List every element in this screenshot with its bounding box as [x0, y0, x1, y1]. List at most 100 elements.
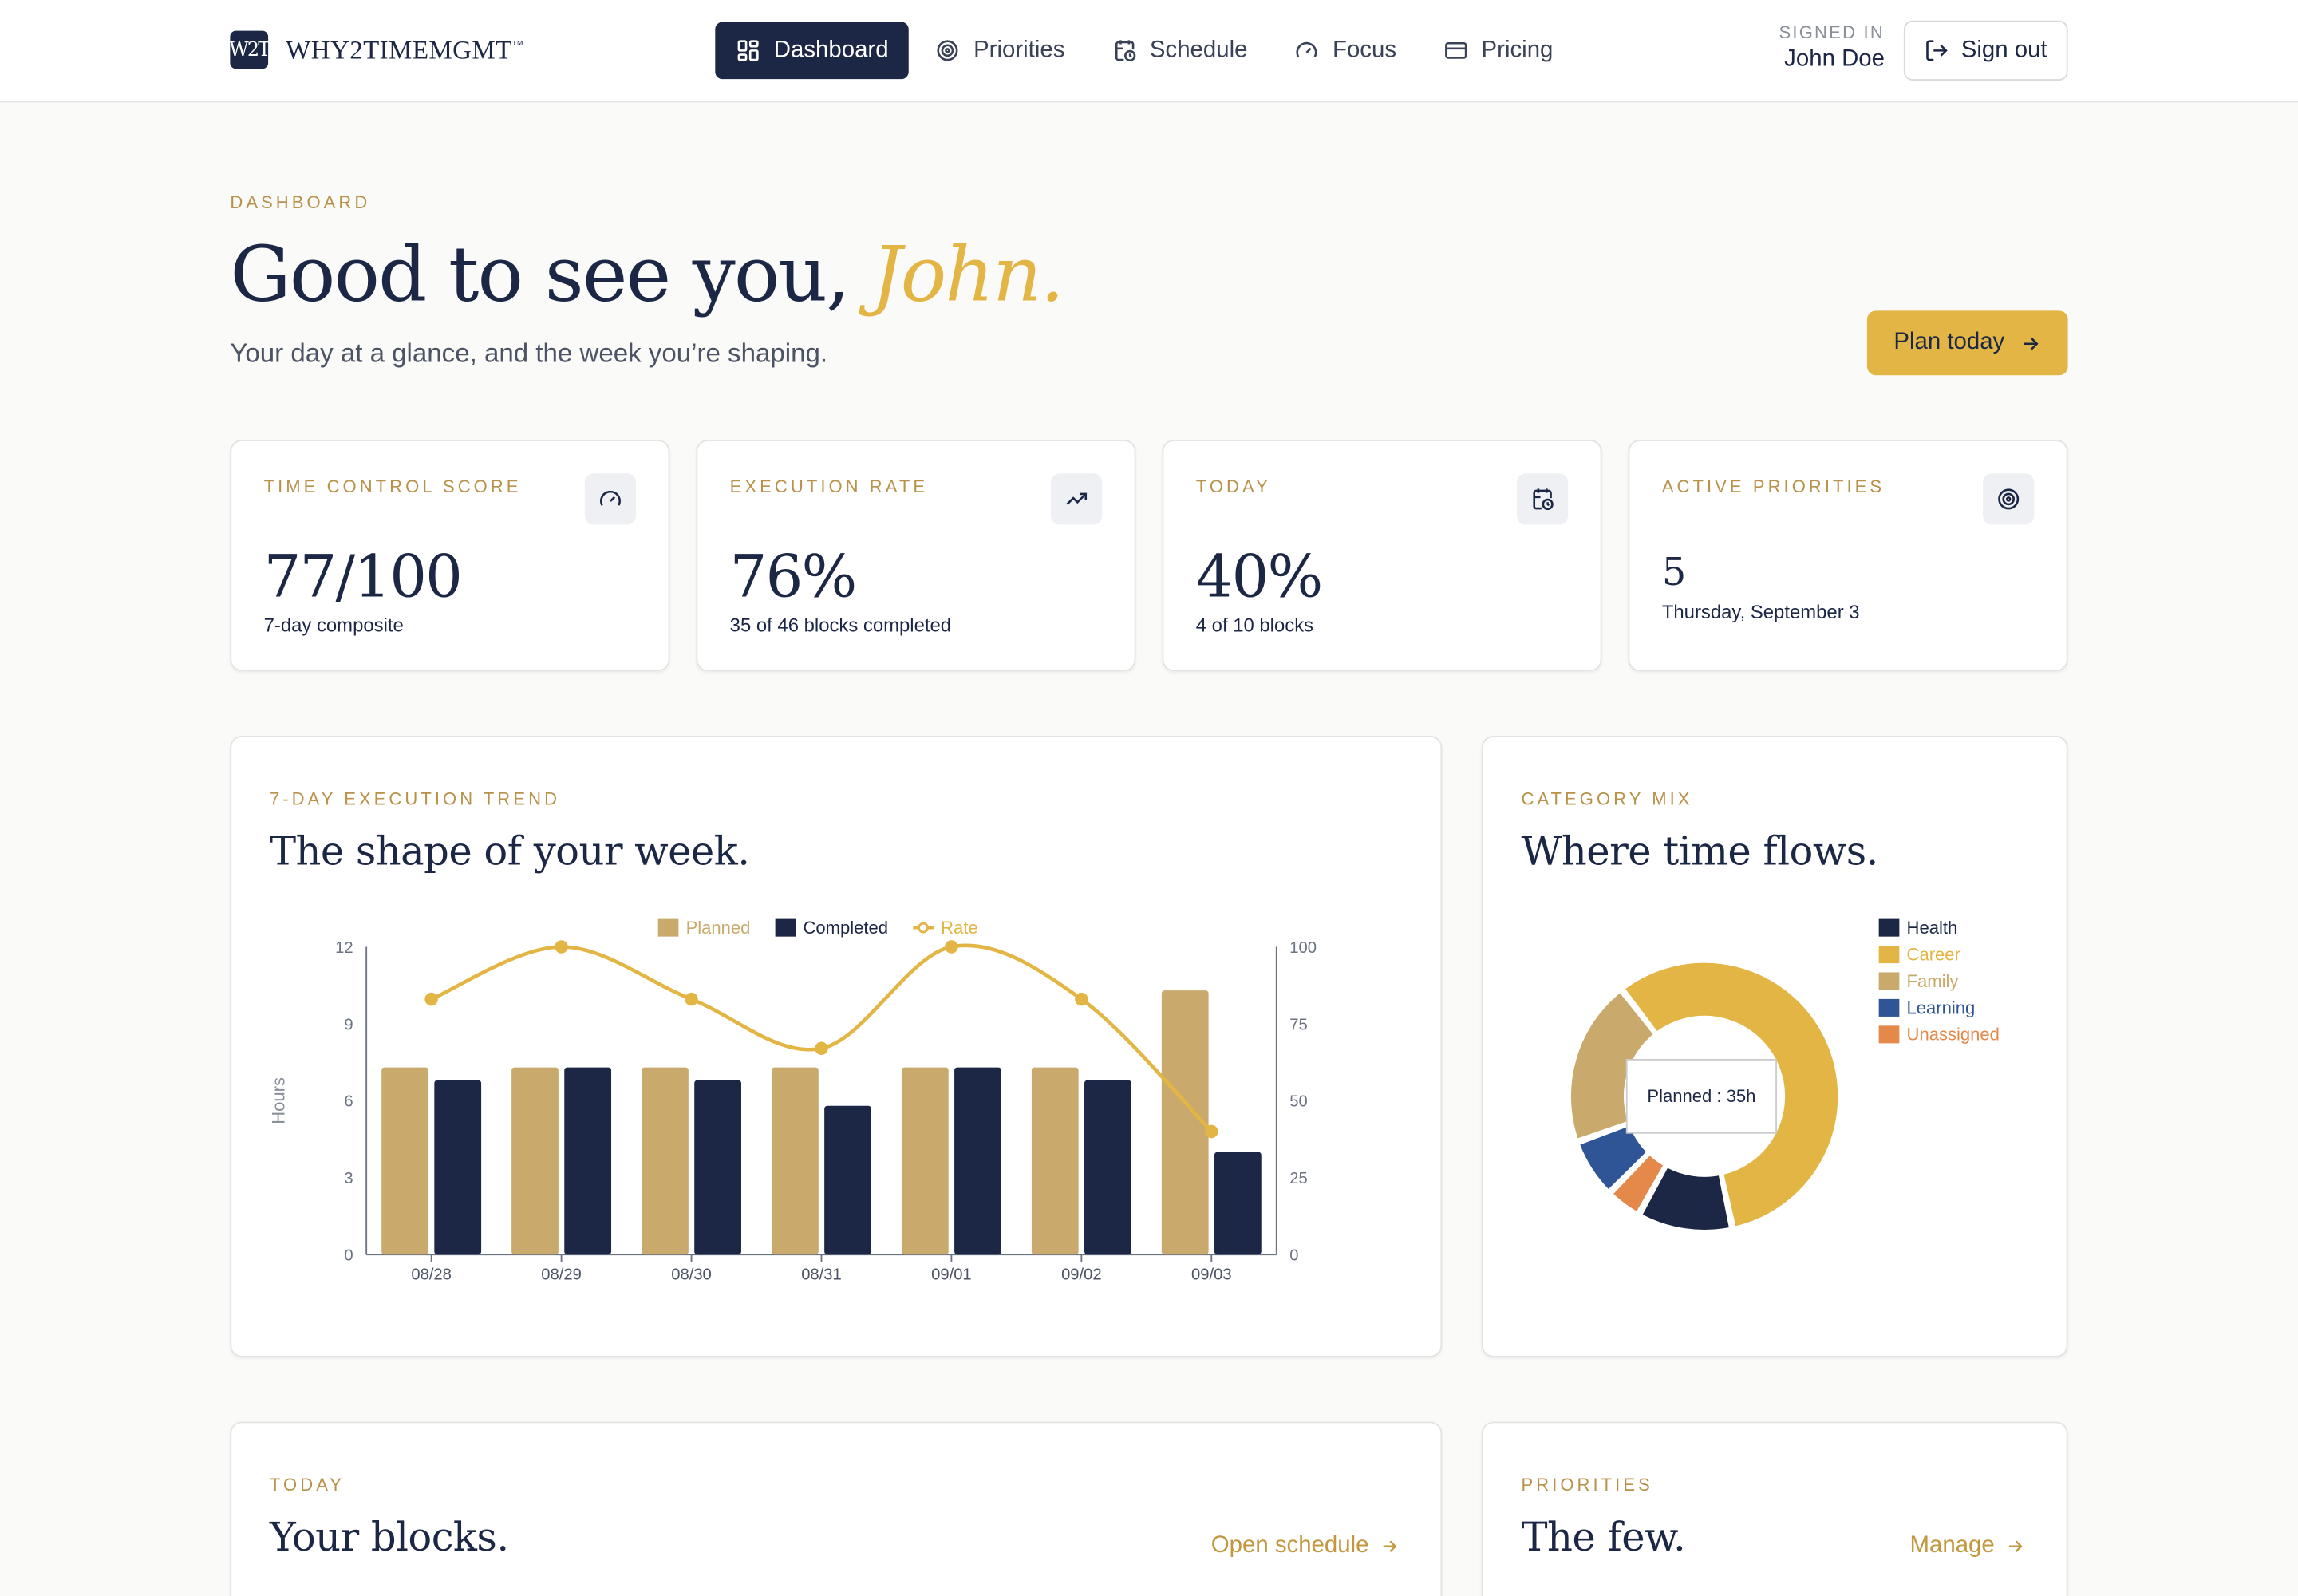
rate-point — [1075, 992, 1088, 1006]
bar-completed — [694, 1080, 741, 1255]
nav-item-dashboard[interactable]: Dashboard — [715, 22, 910, 80]
today-blocks-card: TODAY Your blocks. Open schedule — [230, 1421, 1443, 1596]
arrow-right-icon — [2008, 1540, 2023, 1552]
kpi-active-priorities: ACTIVE PRIORITIES 5 Thursday, September … — [1628, 440, 2068, 672]
legend-swatch — [1878, 918, 1900, 937]
rate-point — [945, 940, 958, 954]
category-mix-card: CATEGORY MIX Where time flows. Planned :… — [1481, 736, 2068, 1357]
bar-completed — [1214, 1152, 1262, 1255]
y2-tick-label: 0 — [1289, 1247, 1298, 1265]
kpi-today: TODAY 40% 4 of 10 blocks — [1162, 440, 1602, 672]
nav-item-pricing[interactable]: Pricing — [1423, 22, 1573, 80]
rate-point — [1205, 1124, 1218, 1139]
kpi-time-control-score: TIME CONTROL SCORE 77/100 7-day composit… — [230, 440, 670, 672]
legend-label: Career — [1907, 944, 1960, 964]
target-icon — [1983, 473, 2035, 525]
brand-logo[interactable]: W2T WHY2TIMEMGMT™ — [229, 30, 524, 69]
legend-label: Planned — [686, 918, 751, 938]
legend-swatch — [1878, 972, 1900, 990]
nav-label: Dashboard — [773, 37, 889, 63]
sign-out-button[interactable]: Sign out — [1903, 20, 2068, 81]
manage-priorities-link[interactable]: Manage — [1910, 1533, 2026, 1559]
main-nav: Dashboard Priorities Schedule Focus Pric… — [715, 22, 1573, 80]
plan-today-button[interactable]: Plan today — [1866, 310, 2068, 376]
link-label: Open schedule — [1210, 1533, 1369, 1558]
y-tick-label: 3 — [344, 1170, 353, 1187]
category-mix-donut-chart: Planned : 35h Health Career Family Learning U… — [1568, 918, 2000, 1233]
link-label: Manage — [1909, 1533, 1995, 1558]
kpi-value: 40% — [1195, 543, 1324, 611]
kpi-value: 5 — [1661, 551, 1687, 595]
signed-in-label: SIGNED IN — [1779, 22, 1885, 43]
user-name: John Doe — [1784, 46, 1885, 72]
trending-up-icon — [1050, 473, 1103, 525]
sign-out-label: Sign out — [1960, 37, 2047, 63]
card-eyebrow: TODAY — [269, 1474, 345, 1495]
bar-completed — [434, 1080, 482, 1255]
log-out-icon — [1926, 40, 1949, 61]
top-navigation-bar: W2T WHY2TIMEMGMT™ Dashboard Priorities S… — [0, 0, 2298, 103]
open-schedule-link[interactable]: Open schedule — [1211, 1533, 1400, 1559]
dashboard-icon — [737, 40, 759, 61]
target-icon — [937, 40, 958, 61]
rate-point — [815, 1041, 828, 1056]
x-tick-label: 09/03 — [1191, 1266, 1232, 1283]
donut-tooltip: Planned : 35h — [1625, 1059, 1777, 1134]
x-tick-label: 08/28 — [411, 1266, 452, 1283]
credit-card-icon — [1444, 41, 1467, 59]
arrow-right-icon — [2024, 337, 2039, 350]
signed-in-user: SIGNED IN John Doe — [1779, 22, 1885, 73]
rate-point — [685, 992, 698, 1006]
plan-today-label: Plan today — [1893, 330, 2005, 355]
legend-label: Family — [1907, 971, 1959, 991]
card-eyebrow: PRIORITIES — [1521, 1474, 1653, 1495]
calendar-clock-icon — [1115, 40, 1135, 62]
page-eyebrow: DASHBOARD — [230, 192, 371, 213]
y-tick-label: 6 — [344, 1093, 353, 1111]
legend-swatch — [657, 918, 679, 937]
legend-label: Health — [1907, 918, 1958, 938]
bar-planned — [772, 1067, 819, 1255]
kpi-label: EXECUTION RATE — [729, 476, 929, 497]
page-title: Good to see you, John. — [230, 231, 1064, 320]
rate-point — [424, 992, 438, 1006]
y-tick-label: 0 — [344, 1247, 353, 1265]
legend-swatch — [775, 918, 796, 937]
card-title: Your blocks. — [269, 1515, 509, 1562]
arrow-right-icon — [1383, 1540, 1397, 1552]
legend-swatch — [1878, 998, 1900, 1017]
bar-planned — [901, 1067, 949, 1255]
bar-completed — [1084, 1080, 1131, 1255]
nav-item-schedule[interactable]: Schedule — [1091, 22, 1268, 80]
kpi-note: 4 of 10 blocks — [1195, 614, 1314, 637]
x-tick-label: 08/31 — [801, 1266, 842, 1283]
tooltip-text: Planned : 35h — [1647, 1086, 1755, 1106]
bar-planned — [511, 1067, 559, 1255]
rate-point — [555, 940, 568, 954]
kpi-value: 77/100 — [263, 543, 463, 611]
kpi-value: 76% — [729, 543, 858, 611]
legend-swatch — [1878, 1025, 1900, 1044]
kpi-execution-rate: EXECUTION RATE 76% 35 of 46 blocks compl… — [696, 440, 1136, 672]
y-tick-label: 9 — [344, 1016, 353, 1033]
y-tick-label: 12 — [335, 939, 353, 957]
brand-name: WHY2TIMEMGMT™ — [286, 34, 524, 64]
y2-tick-label: 75 — [1289, 1016, 1307, 1033]
legend-label: Unassigned — [1907, 1025, 2000, 1045]
greeting-name: John. — [871, 231, 1064, 320]
logo-mark: W2T — [229, 30, 270, 69]
kpi-label: TODAY — [1195, 476, 1271, 497]
kpi-label: TIME CONTROL SCORE — [263, 476, 522, 497]
kpi-label: ACTIVE PRIORITIES — [1661, 476, 1885, 497]
legend-swatch — [1878, 946, 1900, 964]
kpi-note: 7-day composite — [263, 614, 404, 637]
gauge-icon — [1296, 41, 1317, 57]
x-tick-label: 09/02 — [1061, 1266, 1102, 1283]
gauge-icon — [584, 473, 637, 525]
kpi-note: 35 of 46 blocks completed — [729, 614, 952, 637]
bar-completed — [954, 1067, 1001, 1255]
nav-item-focus[interactable]: Focus — [1274, 22, 1417, 80]
y2-tick-label: 25 — [1289, 1170, 1307, 1187]
nav-item-priorities[interactable]: Priorities — [915, 22, 1085, 80]
card-title: The few. — [1521, 1515, 1686, 1562]
